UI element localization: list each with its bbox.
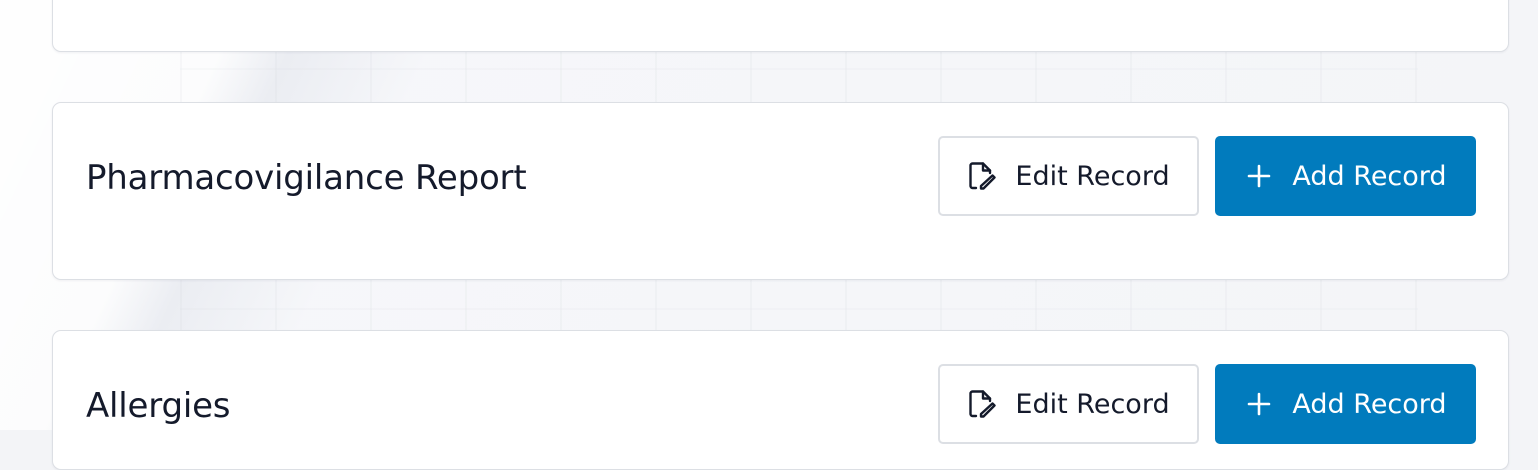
section-title: Pharmacovigilance Report [86, 158, 527, 198]
add-record-button[interactable]: Add Record [1215, 136, 1476, 216]
file-edit-icon [967, 161, 997, 191]
add-record-label: Add Record [1292, 388, 1447, 420]
section-actions: Edit Record Add Record [938, 364, 1476, 444]
plus-icon [1244, 161, 1274, 191]
edit-record-button[interactable]: Edit Record [938, 364, 1199, 444]
previous-section-card [52, 0, 1509, 52]
edit-record-label: Edit Record [1015, 160, 1170, 192]
pharmacovigilance-report-card: Pharmacovigilance Report Edit Record Add… [52, 102, 1509, 280]
section-title: Allergies [86, 386, 231, 426]
plus-icon [1244, 389, 1274, 419]
edit-record-label: Edit Record [1015, 388, 1170, 420]
allergies-card: Allergies Edit Record Add Record [52, 330, 1509, 470]
edit-record-button[interactable]: Edit Record [938, 136, 1199, 216]
add-record-button[interactable]: Add Record [1215, 364, 1476, 444]
file-edit-icon [967, 389, 997, 419]
section-actions: Edit Record Add Record [938, 136, 1476, 216]
add-record-label: Add Record [1292, 160, 1447, 192]
